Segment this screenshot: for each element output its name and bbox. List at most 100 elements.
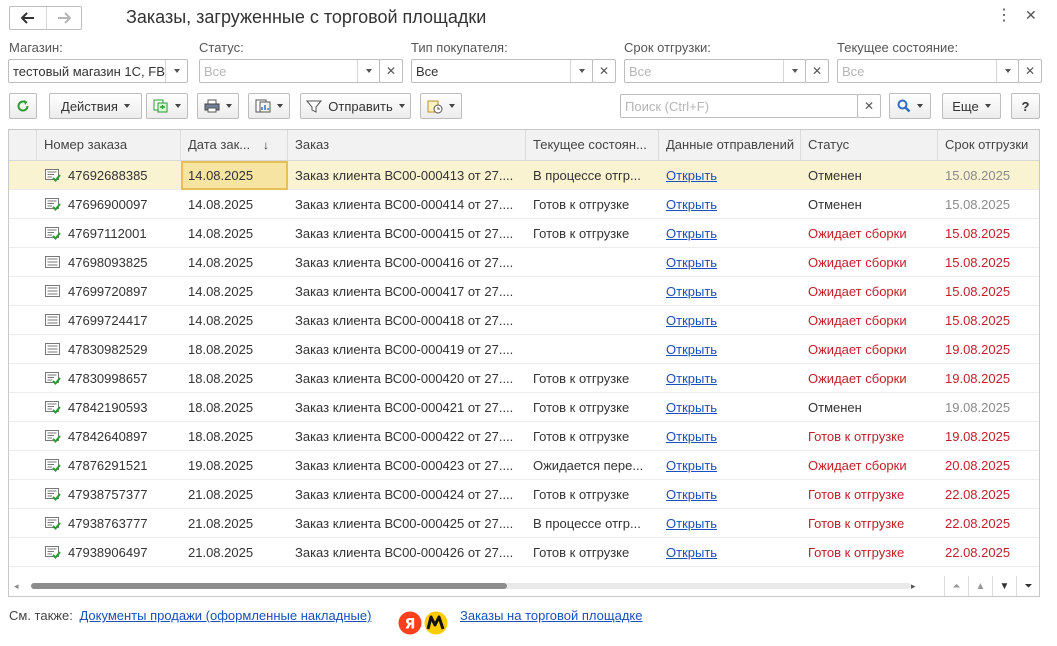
table-row[interactable]: 47842190593 18.08.2025 Заказ клиента ВС00-… xyxy=(9,393,1039,422)
table-row[interactable]: 47697112001 14.08.2025 Заказ клиента ВС00-… xyxy=(9,219,1039,248)
document-check-icon xyxy=(45,517,61,530)
scroll-down-icon[interactable]: ▼ xyxy=(992,576,1016,596)
scroll-right-icon[interactable]: ▸ xyxy=(911,581,916,592)
document-check-icon xyxy=(45,227,61,240)
back-button[interactable] xyxy=(10,7,46,29)
open-shipment-link[interactable]: Открыть xyxy=(666,545,717,560)
open-shipment-link[interactable]: Открыть xyxy=(666,516,717,531)
open-shipment-link[interactable]: Открыть xyxy=(666,371,717,386)
current-state-clear-button[interactable]: ✕ xyxy=(1018,59,1042,83)
chevron-down-icon[interactable] xyxy=(165,60,187,82)
column-header-status[interactable]: Статус xyxy=(801,130,938,160)
table-row[interactable]: 47842640897 18.08.2025 Заказ клиента ВС00-… xyxy=(9,422,1039,451)
table-row[interactable]: 47692688385 14.08.2025 Заказ клиента ВС00-… xyxy=(9,161,1039,190)
table-row[interactable]: 47938906497 21.08.2025 Заказ клиента ВС00-… xyxy=(9,538,1039,567)
table-row[interactable]: 47698093825 14.08.2025 Заказ клиента ВС00-… xyxy=(9,248,1039,277)
status-clear-button[interactable]: ✕ xyxy=(379,59,403,83)
ship-date-clear-button[interactable]: ✕ xyxy=(805,59,829,83)
status-placeholder: Все xyxy=(204,64,227,79)
open-shipment-link[interactable]: Открыть xyxy=(666,487,717,502)
open-shipment-link[interactable]: Открыть xyxy=(666,400,717,415)
column-header-date[interactable]: Дата зак... ↓ xyxy=(181,130,288,160)
open-shipment-link[interactable]: Открыть xyxy=(666,458,717,473)
column-header-number[interactable]: Номер заказа xyxy=(37,130,181,160)
open-shipment-link[interactable]: Открыть xyxy=(666,429,717,444)
open-shipment-link[interactable]: Открыть xyxy=(666,168,717,183)
search-icon xyxy=(897,99,911,113)
refresh-button[interactable] xyxy=(9,93,37,119)
send-button[interactable]: Отправить xyxy=(300,93,411,119)
order-number: 47830998657 xyxy=(68,371,148,386)
column-header-shipments[interactable]: Данные отправлений xyxy=(659,130,801,160)
ship-date-select[interactable]: Все xyxy=(624,59,806,83)
shipment-data-cell: Открыть xyxy=(659,451,801,480)
document-icon xyxy=(45,343,60,355)
table-row[interactable]: 47938763777 21.08.2025 Заказ клиента ВС00-… xyxy=(9,509,1039,538)
horizontal-scrollbar[interactable]: ◂ ▸ xyxy=(9,576,944,596)
ship-date: 19.08.2025 xyxy=(945,371,1011,386)
more-button[interactable]: Еще xyxy=(942,93,1001,119)
current-state xyxy=(526,335,659,364)
buyer-type-clear-button[interactable]: ✕ xyxy=(592,59,616,83)
chevron-down-icon[interactable] xyxy=(570,60,592,82)
open-shipment-link[interactable]: Открыть xyxy=(666,342,717,357)
current-state-placeholder: Все xyxy=(842,64,865,79)
close-icon[interactable]: ✕ xyxy=(1025,7,1037,24)
scroll-to-top-icon[interactable]: ⏶ xyxy=(944,576,968,596)
table-row[interactable]: 47699720897 14.08.2025 Заказ клиента ВС00-… xyxy=(9,277,1039,306)
order-doc: Заказ клиента ВС00-000417 от 27.... xyxy=(295,284,514,299)
table-row[interactable]: 47830982529 18.08.2025 Заказ клиента ВС00-… xyxy=(9,335,1039,364)
help-button[interactable]: ? xyxy=(1011,93,1040,119)
open-shipment-link[interactable]: Открыть xyxy=(666,197,717,212)
scroll-up-icon[interactable]: ▲ xyxy=(968,576,992,596)
current-state-select[interactable]: Все xyxy=(837,59,1019,83)
order-doc: Заказ клиента ВС00-000421 от 27.... xyxy=(295,400,514,415)
buyer-type-label: Тип покупателя: xyxy=(411,40,508,55)
buyer-type-select[interactable]: Все xyxy=(411,59,593,83)
more-menu-icon[interactable]: ⋮ xyxy=(996,8,1012,24)
actions-button[interactable]: Действия xyxy=(49,93,142,119)
search-input[interactable]: Поиск (Ctrl+F) xyxy=(620,94,858,118)
marketplace-orders-link[interactable]: Заказы на торговой площадке xyxy=(460,608,642,623)
status-select[interactable]: Все xyxy=(199,59,380,83)
search-clear-button[interactable]: ✕ xyxy=(857,94,881,118)
sales-documents-link[interactable]: Документы продажи (оформленные накладные… xyxy=(79,608,371,623)
order-date: 21.08.2025 xyxy=(188,545,254,560)
open-shipment-link[interactable]: Открыть xyxy=(666,255,717,270)
shipment-data-cell: Открыть xyxy=(659,364,801,393)
reports-button[interactable] xyxy=(248,93,290,119)
chevron-down-icon[interactable] xyxy=(996,60,1018,82)
document-clock-icon xyxy=(427,100,443,113)
open-shipment-link[interactable]: Открыть xyxy=(666,226,717,241)
ship-date: 15.08.2025 xyxy=(945,284,1011,299)
scroll-left-icon[interactable]: ◂ xyxy=(14,581,19,592)
table-row[interactable]: 47876291521 19.08.2025 Заказ клиента ВС00-… xyxy=(9,451,1039,480)
print-button[interactable] xyxy=(197,93,239,119)
chevron-down-icon[interactable] xyxy=(357,60,379,82)
scrollbar-thumb[interactable] xyxy=(31,583,507,589)
scroll-to-bottom-icon[interactable]: ⏷ xyxy=(1016,576,1039,596)
see-also: См. также: Документы продажи (оформленны… xyxy=(9,608,371,623)
open-shipment-link[interactable]: Открыть xyxy=(666,313,717,328)
create-based-icon xyxy=(153,99,168,113)
attachments-button[interactable] xyxy=(420,93,462,119)
open-shipment-link[interactable]: Открыть xyxy=(666,284,717,299)
document-check-icon xyxy=(45,198,61,211)
order-status: Ожидает сборки xyxy=(808,371,907,386)
create-based-button[interactable] xyxy=(146,93,188,119)
current-state: Готов к отгрузке xyxy=(533,371,630,386)
order-doc: Заказ клиента ВС00-000423 от 27.... xyxy=(295,458,514,473)
store-select[interactable]: тестовый магазин 1С, FB xyxy=(8,59,188,83)
table-row[interactable]: 47699724417 14.08.2025 Заказ клиента ВС00-… xyxy=(9,306,1039,335)
chevron-down-icon xyxy=(226,104,232,108)
column-header-ship-date[interactable]: Срок отгрузки xyxy=(938,130,1039,160)
table-row[interactable]: 47696900097 14.08.2025 Заказ клиента ВС00-… xyxy=(9,190,1039,219)
table-row[interactable]: 47938757377 21.08.2025 Заказ клиента ВС00-… xyxy=(9,480,1039,509)
forward-button[interactable] xyxy=(45,7,82,29)
table-row[interactable]: 47830998657 18.08.2025 Заказ клиента ВС00-… xyxy=(9,364,1039,393)
store-value: тестовый магазин 1С, FB xyxy=(13,64,165,79)
column-header-state[interactable]: Текущее состоян... xyxy=(526,130,659,160)
chevron-down-icon[interactable] xyxy=(783,60,805,82)
search-button[interactable] xyxy=(889,93,931,119)
column-header-order[interactable]: Заказ xyxy=(288,130,526,160)
